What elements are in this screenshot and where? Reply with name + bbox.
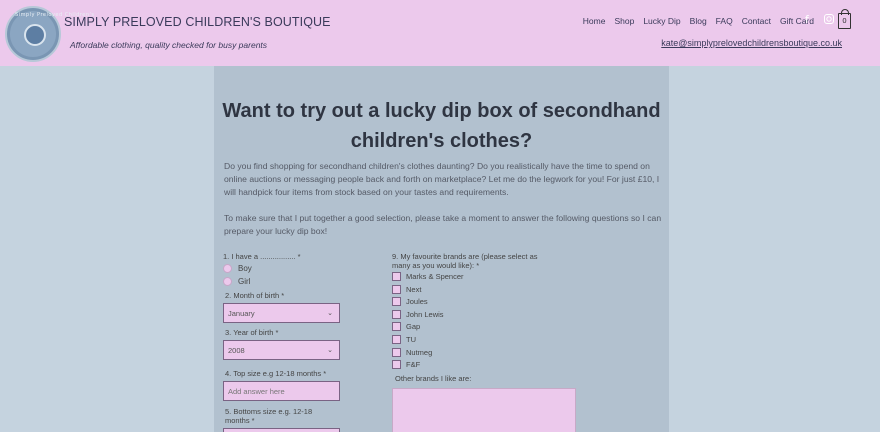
q3-label: 3. Year of birth *: [225, 328, 279, 337]
brand-checkbox-tu[interactable]: TU: [392, 335, 416, 344]
top-size-input[interactable]: Add answer here: [223, 381, 340, 401]
checkbox[interactable]: [392, 335, 401, 344]
q2-label: 2. Month of birth *: [225, 291, 285, 300]
month-select[interactable]: January ⌄: [223, 303, 340, 323]
intro-text: Do you find shopping for secondhand chil…: [224, 160, 664, 238]
nav-contact[interactable]: Contact: [742, 16, 771, 26]
site-header: Simply Preloved Children's SIMPLY PRELOV…: [0, 0, 880, 66]
facebook-icon[interactable]: f: [805, 14, 815, 26]
tagline: Affordable clothing, quality checked for…: [70, 40, 268, 50]
q1-label: 1. I have a ................. *: [223, 252, 301, 261]
radio-girl-label: Girl: [238, 277, 251, 286]
q5-label: 5. Bottoms size e.g. 12-18 months *: [225, 407, 313, 425]
main-nav: Home Shop Lucky Dip Blog FAQ Contact Gif…: [583, 16, 814, 26]
brand-checkbox-gap[interactable]: Gap: [392, 322, 420, 331]
lucky-dip-panel: Want to try out a lucky dip box of secon…: [214, 66, 669, 432]
intro-paragraph-2: To make sure that I put together a good …: [224, 213, 662, 236]
brand-label: Gap: [406, 322, 421, 331]
q4-label: 4. Top size e.g 12-18 months *: [225, 369, 327, 378]
nav-shop[interactable]: Shop: [614, 16, 634, 26]
brand-checkbox-ff[interactable]: F&F: [392, 360, 420, 369]
social-links: f: [805, 14, 834, 26]
year-value: 2008: [228, 346, 245, 355]
logo[interactable]: Simply Preloved Children's: [5, 6, 94, 62]
nav-lucky-dip[interactable]: Lucky Dip: [643, 16, 680, 26]
radio-boy[interactable]: Boy: [223, 264, 252, 273]
bottoms-size-input[interactable]: [223, 428, 340, 432]
checkbox[interactable]: [392, 360, 401, 369]
brand-label: Joules: [406, 297, 428, 306]
brand-checkbox-joules[interactable]: Joules: [392, 297, 428, 306]
checkbox[interactable]: [392, 297, 401, 306]
radio-girl[interactable]: Girl: [223, 277, 250, 286]
intro-paragraph-1: Do you find shopping for secondhand chil…: [224, 161, 660, 197]
month-value: January: [228, 309, 255, 318]
brand-label: Marks & Spencer: [406, 272, 464, 281]
checkbox[interactable]: [392, 348, 401, 357]
brand-label: F&F: [406, 360, 421, 369]
radio-circle[interactable]: [223, 277, 232, 286]
page-title: Want to try out a lucky dip box of secon…: [222, 100, 661, 152]
checkbox[interactable]: [392, 322, 401, 331]
site-title[interactable]: SIMPLY PRELOVED CHILDREN'S BOUTIQUE: [64, 15, 331, 29]
nav-faq[interactable]: FAQ: [716, 16, 733, 26]
radio-boy-label: Boy: [238, 264, 252, 273]
brand-checkbox-ms[interactable]: Marks & Spencer: [392, 272, 464, 281]
radio-circle[interactable]: [223, 264, 232, 273]
chevron-down-icon: ⌄: [327, 310, 333, 317]
nav-home[interactable]: Home: [583, 16, 606, 26]
instagram-icon[interactable]: [824, 14, 834, 26]
brand-checkbox-nutmeg[interactable]: Nutmeg: [392, 348, 432, 357]
brand-label: John Lewis: [406, 310, 444, 319]
checkbox[interactable]: [392, 272, 401, 281]
email-link[interactable]: kate@simplyprelovedchildrensboutique.co.…: [661, 38, 842, 48]
other-brands-label: Other brands I like are:: [395, 374, 472, 383]
cart-icon[interactable]: 0: [838, 9, 851, 29]
brand-checkbox-next[interactable]: Next: [392, 285, 421, 294]
other-brands-textarea[interactable]: [392, 388, 576, 432]
brand-label: TU: [406, 335, 416, 344]
nav-blog[interactable]: Blog: [690, 16, 707, 26]
checkbox[interactable]: [392, 285, 401, 294]
brand-label: Next: [406, 285, 422, 294]
globe-icon: [24, 24, 46, 46]
chevron-down-icon: ⌄: [327, 347, 333, 354]
cart-count: 0: [842, 17, 847, 25]
q9-label: 9. My favourite brands are (please selec…: [392, 252, 538, 270]
brand-checkbox-john-lewis[interactable]: John Lewis: [392, 310, 444, 319]
year-select[interactable]: 2008 ⌄: [223, 340, 340, 360]
checkbox[interactable]: [392, 310, 401, 319]
brand-label: Nutmeg: [406, 348, 433, 357]
